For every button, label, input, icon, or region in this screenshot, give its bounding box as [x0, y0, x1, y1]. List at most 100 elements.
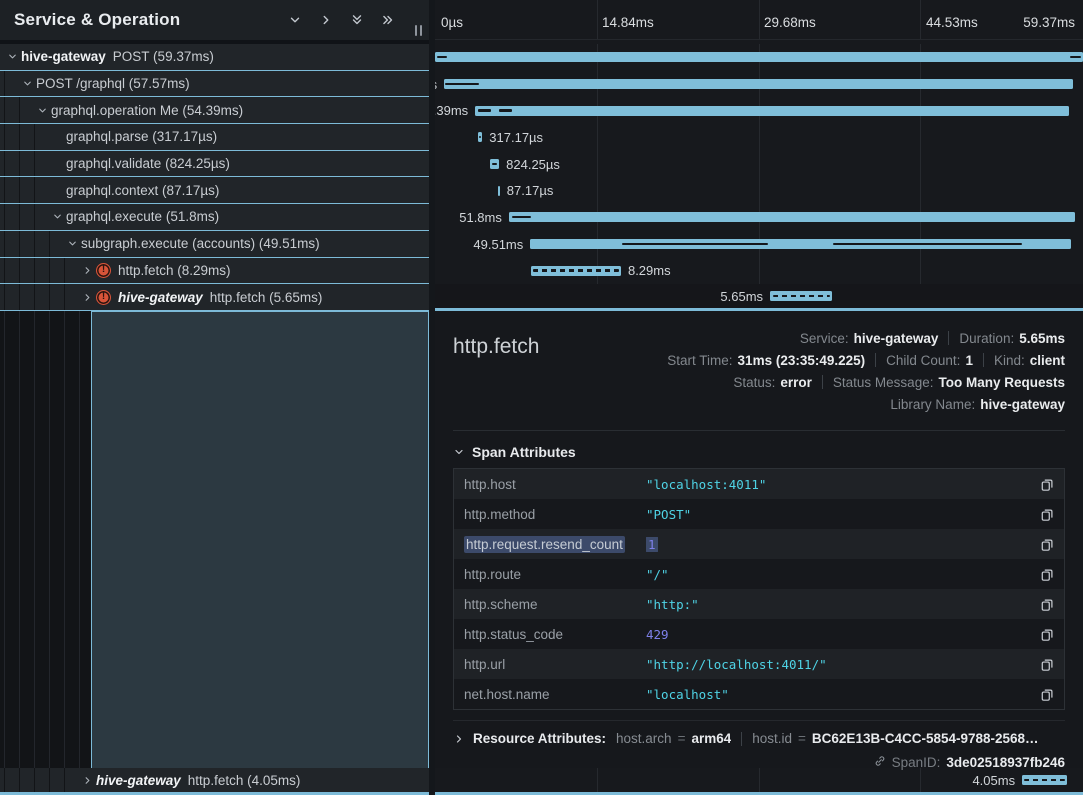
- attribute-value: 1: [646, 537, 1040, 552]
- attribute-row: http.route"/": [454, 559, 1064, 589]
- span-duration-bar[interactable]: [498, 186, 500, 196]
- equals-sign: =: [678, 731, 686, 746]
- chevron-right-icon[interactable]: [79, 775, 96, 786]
- span-duration-bar[interactable]: [509, 212, 1075, 222]
- meta-item: Status Message:Too Many Requests: [833, 375, 1065, 390]
- resource-attributes-row[interactable]: Resource Attributes: host.arch=arm64host…: [453, 720, 1065, 746]
- selected-span-children-area[interactable]: [91, 311, 429, 768]
- meta-separator: [983, 353, 984, 367]
- span-duration-bar[interactable]: [475, 106, 1069, 116]
- timeline-row[interactable]: 824.25µs: [435, 151, 1083, 178]
- resource-key: host.arch: [616, 731, 672, 746]
- indent-guides: [4, 71, 19, 97]
- meta-item: Start Time:31ms (23:35:49.225): [667, 353, 865, 368]
- panel-divider[interactable]: [429, 0, 435, 795]
- operation-label: graphql.operation Me (54.39ms): [51, 103, 243, 118]
- span-duration-bar[interactable]: [530, 239, 1070, 249]
- copy-icon[interactable]: [1040, 537, 1054, 552]
- chevron-down-icon[interactable]: [288, 13, 302, 27]
- copy-icon[interactable]: [1040, 567, 1054, 582]
- operation-label: http.fetch (8.29ms): [118, 263, 231, 278]
- attribute-value: 429: [646, 627, 1040, 642]
- span-duration-bar[interactable]: [435, 52, 1083, 62]
- timeline-row[interactable]: 54.39ms: [435, 97, 1083, 124]
- chevrons-down-icon[interactable]: [350, 13, 364, 27]
- copy-icon[interactable]: [1040, 627, 1054, 642]
- meta-label: Status Message:: [833, 375, 934, 390]
- span-duration-bar[interactable]: [490, 159, 499, 169]
- duration-label: 87.17µs: [507, 177, 554, 204]
- span-attributes-title: Span Attributes: [472, 444, 576, 460]
- operation-label: POST (59.37ms): [113, 49, 214, 64]
- chevrons-right-icon[interactable]: [381, 13, 395, 27]
- timeline-row[interactable]: 317.17µs: [435, 124, 1083, 151]
- tree-row[interactable]: hive-gatewayhttp.fetch (4.05ms): [0, 768, 429, 795]
- span-duration-bar[interactable]: [444, 79, 1073, 89]
- copy-icon[interactable]: [1040, 507, 1054, 522]
- duration-label: 317.17µs: [489, 124, 543, 151]
- copy-icon[interactable]: [1040, 657, 1054, 672]
- operation-label: http.fetch (5.65ms): [210, 290, 323, 305]
- timeline-row[interactable]: 87.17µs: [435, 177, 1083, 204]
- chevron-right-icon[interactable]: [319, 13, 333, 27]
- tree-row[interactable]: POST /graphql (57.57ms): [0, 71, 429, 98]
- detail-divider: [453, 430, 1065, 431]
- bar-event-marks: [512, 216, 531, 219]
- panel-resize-handle[interactable]: [415, 25, 422, 36]
- tree-row[interactable]: subgraph.execute (accounts) (49.51ms): [0, 231, 429, 258]
- tree-row[interactable]: graphql.context (87.17µs): [0, 177, 429, 204]
- meta-label: Duration:: [959, 331, 1014, 346]
- tree-row[interactable]: hive-gatewayPOST (59.37ms): [0, 44, 429, 71]
- tree-row[interactable]: ! hive-gateway http.fetch (5.65ms): [0, 284, 429, 311]
- span-duration-bar[interactable]: [531, 266, 621, 276]
- span-duration-bar[interactable]: [770, 291, 832, 301]
- timeline-row[interactable]: 51.8ms: [435, 204, 1083, 231]
- duration-label: 824.25µs: [506, 151, 560, 178]
- chevron-down-icon[interactable]: [4, 51, 21, 62]
- chevron-right-icon[interactable]: [79, 292, 96, 303]
- timeline-row[interactable]: [435, 44, 1083, 71]
- copy-icon[interactable]: [1040, 597, 1054, 612]
- span-duration-bar[interactable]: [478, 132, 483, 142]
- chevron-down-icon[interactable]: [49, 211, 66, 222]
- copy-icon[interactable]: [1040, 687, 1054, 702]
- chevron-down-icon[interactable]: [34, 105, 51, 116]
- chevron-right-icon[interactable]: [79, 265, 96, 276]
- tree-row[interactable]: !http.fetch (8.29ms): [0, 258, 429, 285]
- indent-guides: [4, 177, 49, 203]
- bar-event-marks: [773, 295, 830, 298]
- timeline-row[interactable]: 5.65ms: [435, 284, 1083, 311]
- timeline-row[interactable]: 4.05ms: [435, 768, 1083, 792]
- attribute-value: "POST": [646, 507, 1040, 522]
- axis-tick-label: 44.53ms: [926, 15, 978, 30]
- attribute-row: http.method"POST": [454, 499, 1064, 529]
- span-attributes-header[interactable]: Span Attributes: [453, 444, 1065, 460]
- bar-event-marks: [1070, 56, 1081, 59]
- chevron-down-icon[interactable]: [19, 78, 36, 89]
- attribute-key: http.url: [464, 657, 646, 672]
- attribute-row: net.host.name"localhost": [454, 679, 1064, 709]
- span-tree-bottom-row: hive-gatewayhttp.fetch (4.05ms): [0, 768, 429, 795]
- chevron-down-icon[interactable]: [64, 238, 81, 249]
- span-duration-bar[interactable]: [1022, 775, 1067, 785]
- timeline-row[interactable]: 8.29ms: [435, 258, 1083, 285]
- indent-guides: [4, 97, 34, 123]
- indent-guides: [4, 204, 49, 230]
- tree-row[interactable]: graphql.operation Me (54.39ms): [0, 97, 429, 124]
- tree-row[interactable]: graphql.parse (317.17µs): [0, 124, 429, 151]
- copy-icon[interactable]: [1040, 477, 1054, 492]
- operation-label: graphql.execute (51.8ms): [66, 209, 219, 224]
- service-name: hive-gateway: [96, 773, 181, 788]
- meta-item: Status:error: [733, 375, 812, 390]
- tree-row[interactable]: graphql.validate (824.25µs): [0, 151, 429, 178]
- meta-label: Start Time:: [667, 353, 732, 368]
- meta-label: Library Name:: [890, 397, 975, 412]
- operation-label: POST /graphql (57.57ms): [36, 76, 190, 91]
- error-badge-icon: !: [96, 290, 111, 305]
- timeline-row[interactable]: 49.51ms: [435, 231, 1083, 258]
- service-name: hive-gateway: [118, 290, 203, 305]
- attribute-key: http.request.resend_count: [464, 537, 646, 552]
- timeline-row[interactable]: 57.57ms: [435, 71, 1083, 98]
- tree-row[interactable]: graphql.execute (51.8ms): [0, 204, 429, 231]
- tree-header-title: Service & Operation: [14, 10, 180, 30]
